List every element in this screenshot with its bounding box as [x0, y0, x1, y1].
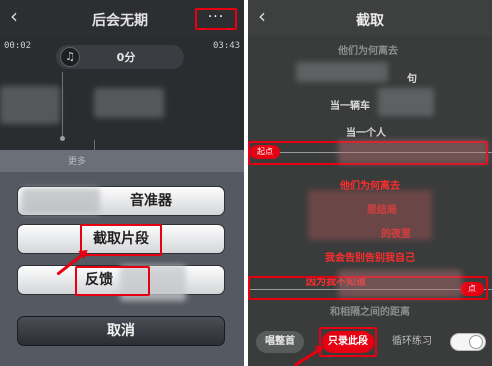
top-bar: ‹ 截取 — [248, 0, 492, 36]
lyric-line: 他们为何离去 — [338, 46, 398, 57]
blurred-area — [0, 86, 60, 124]
highlight-frame — [80, 224, 162, 256]
top-bar: ‹ 后会无期 ··· — [0, 0, 244, 36]
elapsed-time: 00:02 — [4, 41, 32, 51]
music-note-icon: ♫ — [60, 47, 80, 67]
highlight-frame — [75, 266, 150, 296]
blurred-area — [296, 62, 388, 82]
end-marker-handle[interactable]: 点 — [460, 282, 484, 296]
more-dots-icon: ··· — [207, 9, 225, 25]
back-arrow-icon[interactable]: ‹ — [10, 6, 18, 26]
loop-practice-label: 循环练习 — [392, 336, 432, 347]
loop-practice-toggle[interactable] — [450, 333, 486, 351]
pitch-dot — [60, 136, 65, 141]
page-title: 截取 — [356, 13, 384, 29]
blurred-area — [378, 88, 434, 116]
sheet-header — [0, 150, 244, 172]
lyric-line: 我会告别告别我自己 — [325, 253, 415, 264]
lyric-line: 和相隔之间的距离 — [330, 307, 410, 318]
song-screen: ‹ 后会无期 ··· 00:02 03:43 ♫ 0分 更多 音准器 截取片段 … — [0, 0, 244, 366]
sing-whole-button[interactable]: 唱整首 — [256, 331, 304, 353]
more-options-button[interactable]: ··· — [195, 8, 237, 30]
song-title: 后会无期 — [92, 13, 148, 29]
cancel-button[interactable]: 取消 — [17, 316, 225, 346]
toggle-knob — [469, 335, 483, 349]
blurred-area — [338, 270, 462, 298]
blurred-area — [22, 188, 100, 214]
blurred-area — [338, 140, 488, 164]
clip-screen: ‹ 截取 他们为何离去 句 当一辆车 当一个人 起点 他们为何离去 是结局 的夜… — [248, 0, 492, 366]
pitch-guide-line — [62, 72, 63, 138]
total-time: 03:43 — [213, 41, 241, 51]
lyric-line: 当一辆车 — [330, 101, 370, 112]
score-display: ♫ 0分 — [56, 45, 184, 69]
record-segment-button[interactable]: 只录此段 — [322, 331, 374, 353]
start-marker-handle[interactable]: 起点 — [250, 145, 280, 159]
action-sheet: 更多 音准器 截取片段 反馈 取消 — [0, 150, 244, 366]
blurred-area — [308, 190, 432, 240]
blurred-area — [94, 88, 164, 118]
lyric-line: 当一个人 — [346, 128, 386, 139]
score-value: 0分 — [116, 51, 136, 64]
back-arrow-icon[interactable]: ‹ — [258, 6, 266, 26]
sheet-hint: 更多 — [68, 157, 87, 167]
